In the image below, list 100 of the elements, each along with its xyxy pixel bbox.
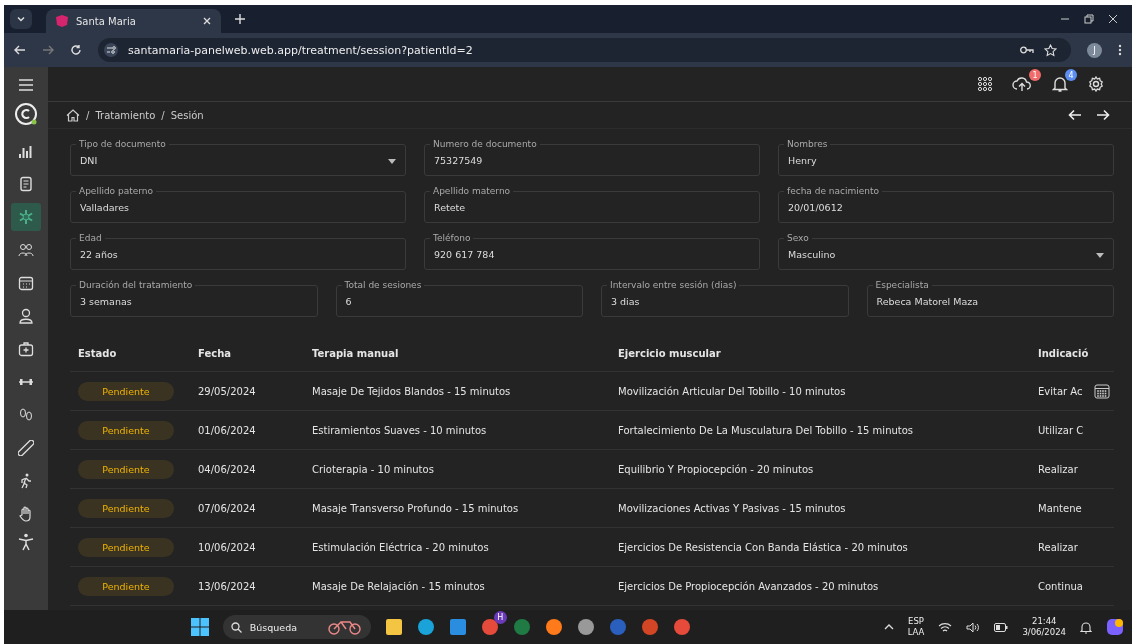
table-cell-text: Ejercicios De Resistencia Con Banda Elástica - 20 minutos (618, 541, 909, 553)
notifications-badge: 4 (1065, 69, 1077, 81)
status-badge: Pendiente (78, 498, 174, 518)
walking-person-icon (18, 473, 34, 489)
table-cell-text: Continua (1038, 580, 1084, 592)
bell-icon[interactable] (1080, 620, 1092, 634)
input-field[interactable]: Apellido materno Retete (424, 185, 760, 223)
caret-icon (1096, 253, 1104, 258)
select-field[interactable]: Tipo de documento DNI (70, 138, 406, 176)
chevron-up-icon[interactable] (883, 624, 894, 630)
input-field[interactable]: Especialista Rebeca Matorel Maza (866, 279, 1114, 317)
taskbar-search-field[interactable]: Búsqueda (222, 615, 371, 639)
new-tab-icon[interactable] (235, 14, 245, 24)
input-field[interactable]: Apellido paterno Valladares (70, 185, 406, 223)
status-badge: Pendiente (78, 381, 174, 401)
group-icon (18, 242, 34, 258)
input-field[interactable]: Numero de documento 75327549 (424, 138, 760, 176)
input-field[interactable]: Nombres Henry (778, 138, 1114, 176)
table-cell-text: Masaje Transverso Profundo - 15 minutos (312, 502, 520, 514)
volume-icon[interactable] (966, 621, 981, 633)
language-indicator[interactable]: ESP LAA (907, 616, 925, 638)
table-cell-text: 04/06/2024 (198, 463, 257, 475)
forward-icon[interactable] (42, 44, 54, 56)
clock[interactable]: 21:44 3/06/2024 (1022, 616, 1066, 638)
input-field[interactable]: Teléfono 920 617 784 (424, 232, 760, 270)
hand-icon (18, 506, 34, 522)
document-icon (18, 176, 34, 192)
person-icon (18, 308, 34, 324)
chart-icon (18, 143, 34, 159)
select-field[interactable]: Sexo Masculino (778, 232, 1114, 270)
breadcrumb-link[interactable]: Tratamiento (95, 109, 156, 121)
caret-icon (388, 159, 396, 164)
search-icon (230, 621, 242, 633)
notifications-icon[interactable] (1052, 76, 1068, 92)
status-badge: Pendiente (78, 459, 174, 479)
back-arrow-icon[interactable] (1068, 109, 1082, 121)
site-settings-icon[interactable] (104, 43, 118, 57)
medical-kit-icon (18, 341, 34, 357)
upload-badge: 1 (1029, 69, 1041, 81)
input-field[interactable]: Total de sesiones 6 (335, 279, 583, 317)
battery-icon[interactable] (994, 622, 1009, 632)
upload-icon[interactable] (1012, 76, 1032, 92)
table-cell-text: Realizar (1038, 541, 1079, 553)
profile-avatar[interactable]: J (1087, 42, 1102, 58)
table-cell-text: Movilizaciones Activas Y Pasivas - 15 minutos (618, 502, 847, 514)
logo-icon (14, 102, 38, 126)
status-badge: Pendiente (78, 537, 174, 557)
close-icon[interactable] (203, 17, 211, 25)
column-header: Fecha (198, 347, 232, 359)
input-field[interactable]: fecha de nacimiento 20/01/0612 (778, 185, 1114, 223)
windows-start-icon[interactable] (190, 618, 209, 636)
table-cell-text: 29/05/2024 (198, 385, 257, 397)
more-icon[interactable] (1118, 44, 1122, 56)
breadcrumb-link[interactable]: Sesión (170, 109, 204, 121)
input-field[interactable]: Intervalo entre sesión (dias) 3 dias (601, 279, 849, 317)
star-icon[interactable] (1044, 43, 1057, 57)
table-cell-text: 07/06/2024 (198, 502, 257, 514)
address-field[interactable]: santamaria-panelweb.web.app/treatment/session?patientId=2 (98, 38, 1071, 62)
table-cell-text: Movilización Articular Del Tobillo - 10 minutos (618, 385, 847, 397)
table-cell-text: Realizar (1038, 463, 1079, 475)
settings-icon[interactable] (1088, 76, 1104, 92)
table-cell-text: Ejercicios De Propiocepción Avanzados - 20 minutos (618, 580, 880, 592)
breadcrumb-separator: / (86, 109, 90, 121)
calendar-icon (18, 275, 34, 291)
footprints-icon (18, 407, 34, 423)
close-icon[interactable] (1108, 14, 1118, 24)
breadcrumb-separator: / (161, 109, 165, 121)
apps-grid-icon[interactable] (978, 77, 992, 91)
key-icon[interactable] (1020, 46, 1034, 54)
table-cell-text: Masaje De Tejidos Blandos - 15 minutos (312, 385, 512, 397)
table-cell-text: Evitar Ac (1038, 385, 1084, 397)
column-header: Estado (77, 347, 118, 359)
back-icon[interactable] (14, 44, 26, 56)
table-cell-text: Estiramientos Suaves - 10 minutos (312, 424, 488, 436)
accessibility-icon[interactable] (18, 533, 34, 551)
table-cell-text: 13/06/2024 (198, 580, 257, 592)
column-header: Ejercicio muscular (618, 347, 722, 359)
browser-tab[interactable]: Santa Maria (46, 9, 221, 33)
forward-arrow-icon[interactable] (1096, 109, 1110, 121)
tab-search-button[interactable] (10, 9, 32, 29)
restore-icon[interactable] (1084, 14, 1094, 24)
menu-icon[interactable] (18, 79, 34, 91)
wifi-icon[interactable] (938, 621, 953, 633)
table-cell-text: Crioterapia - 10 minutos (312, 463, 435, 475)
home-icon[interactable] (66, 108, 80, 122)
bicycle-icon (326, 619, 363, 635)
chrome-profile-badge: H (493, 611, 507, 624)
input-field[interactable]: Edad 22 años (70, 232, 406, 270)
reload-icon[interactable] (70, 44, 82, 56)
input-field[interactable]: Duración del tratamiento 3 semanas (70, 279, 318, 317)
chevron-down-icon (16, 14, 26, 24)
table-cell-text: Utilizar C (1038, 424, 1085, 436)
table-cell-text: Equilibrio Y Propiocepción - 20 minutos (618, 463, 815, 475)
calendar-icon[interactable] (1094, 383, 1110, 399)
tab-title: Santa Maria (76, 15, 136, 27)
asterisk-icon (18, 209, 34, 225)
table-cell-text: Fortalecimiento De La Musculatura Del Tobillo - 15 minutos (618, 424, 915, 436)
bandage-icon (18, 440, 34, 456)
column-header: Indicació (1038, 347, 1090, 359)
table-cell-text: Masaje De Relajación - 15 minutos (312, 580, 486, 592)
